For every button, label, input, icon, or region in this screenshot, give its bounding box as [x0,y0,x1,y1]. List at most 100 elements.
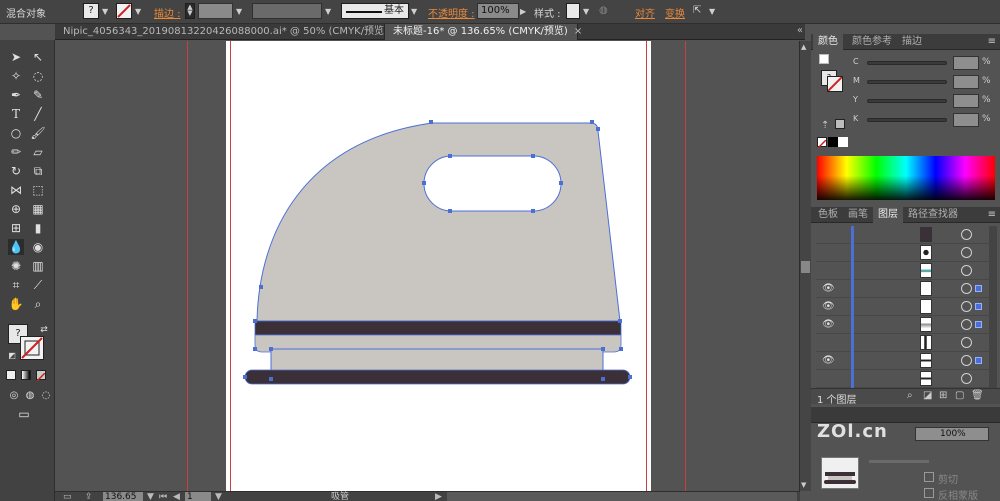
eyedropper-icon[interactable]: 💧 [8,239,24,255]
color-panel-stroke-box[interactable] [827,76,843,92]
pencil-icon[interactable]: ✏ [8,144,24,160]
variable-width-profile[interactable] [252,3,322,19]
target-icon[interactable] [961,283,972,294]
status-menu-icon[interactable]: ▶ [435,492,442,501]
draw-behind-icon[interactable]: ◍ [22,388,38,404]
panel-menu-icon[interactable]: ≡ [988,209,996,220]
magenta-slider[interactable]: M % [851,75,991,89]
artboard-tool-icon[interactable]: ⌗ [8,277,24,293]
opacity-dropdown-icon[interactable]: ▶ [520,7,526,16]
fill-swatch[interactable]: ? [83,3,99,19]
prev-artboard-icon[interactable]: ◀ [173,492,180,501]
none-swatch[interactable] [817,137,827,149]
eye-icon[interactable]: 👁 [822,301,835,313]
stroke-label[interactable]: 描边 : [154,5,181,20]
yellow-value-field[interactable] [953,94,979,108]
gradient-mode-icon[interactable] [21,370,31,380]
artboard-dropdown-icon[interactable]: ▼ [215,492,222,501]
gradient-tool-icon[interactable]: ▮ [30,220,46,236]
color-mode-icon[interactable] [6,370,16,380]
swap-colors-icon[interactable]: ⇄ [36,322,52,338]
clip-checkbox[interactable] [924,472,934,482]
align-link[interactable]: 对齐 [635,5,655,20]
target-icon[interactable] [961,319,972,330]
slider-track[interactable] [867,99,947,103]
paintbrush-icon[interactable]: 🖌 [30,125,46,141]
target-icon[interactable] [961,247,972,258]
tab-color[interactable]: 颜色 [813,34,843,50]
magenta-value-field[interactable] [953,75,979,89]
recolor-icon[interactable]: ◍ [599,5,608,16]
rotate-tool-icon[interactable]: ↻ [8,163,24,179]
pen-tool-icon[interactable]: ✒ [8,87,24,103]
layer-row[interactable] [816,334,996,352]
horizontal-scrollbar[interactable] [447,492,797,501]
artboard-nav-icon[interactable]: ▭ [63,492,72,501]
blend-tool-icon[interactable]: ◉ [30,239,46,255]
lasso-icon[interactable]: ◌ [30,68,46,84]
layer-row[interactable] [816,244,996,262]
zoom-field[interactable]: 136.65 [103,492,143,501]
close-icon[interactable]: × [574,26,582,37]
stroke-color-box[interactable] [20,336,44,360]
eye-icon[interactable]: 👁 [822,319,835,331]
first-artboard-icon[interactable]: ⏮ [159,492,167,501]
eye-icon[interactable]: 👁 [822,355,835,367]
target-icon[interactable] [961,337,972,348]
variable-width-dropdown-icon[interactable]: ▼ [325,7,331,16]
stroke-weight-stepper[interactable]: ▲ ▼ [185,3,195,19]
slider-track[interactable] [867,61,947,65]
stroke-swatch[interactable] [116,3,132,19]
draw-normal-icon[interactable]: ◎ [6,388,22,404]
brush-definition[interactable]: 基本 [341,3,409,19]
target-icon[interactable] [961,265,972,276]
target-icon[interactable] [961,355,972,366]
iron-artwork[interactable] [55,41,800,491]
style-dropdown-icon[interactable]: ▼ [583,7,589,16]
export-icon[interactable]: ⇪ [85,492,93,501]
selected-art-indicator[interactable] [975,321,982,328]
stroke-weight-field[interactable] [198,3,233,19]
iron-body-shape[interactable] [256,122,621,322]
zoom-tool-icon[interactable]: ⌕ [30,296,46,312]
artboard-number-field[interactable]: 1 [185,492,211,501]
vertical-scrollbar[interactable]: ▲ ▼ [799,41,811,491]
new-layer-icon[interactable]: ▢ [955,390,964,401]
screen-mode-icon[interactable]: ▭ [16,406,32,422]
mesh-tool-icon[interactable]: ⊞ [8,220,24,236]
layer-row[interactable] [816,370,996,388]
curvature-tool-icon[interactable]: ✎ [30,87,46,103]
draw-inside-icon[interactable]: ◌ [38,388,54,404]
transparency-opacity-field[interactable]: 100% [915,427,989,441]
layers-scrollbar[interactable] [989,226,997,388]
width-tool-icon[interactable]: ⋈ [8,182,24,198]
white-swatch[interactable] [838,137,848,147]
perspective-grid-icon[interactable]: ▦ [30,201,46,217]
layer-row[interactable] [816,262,996,280]
mini-fill-icon[interactable] [819,54,829,64]
none-mode-icon[interactable] [36,370,46,382]
eye-icon[interactable]: 👁 [822,283,835,295]
black-slider[interactable]: K % [851,113,991,127]
zoom-dropdown-icon[interactable]: ▼ [147,492,154,501]
tab-untitled-16[interactable]: 未标题-16* @ 136.65% (CMYK/预览) × [385,24,582,40]
eraser-icon[interactable]: ▱ [30,144,46,160]
column-graph-icon[interactable]: ▥ [30,258,46,274]
opacity-field[interactable]: 100% [477,3,519,19]
slider-track[interactable] [867,80,947,84]
default-colors-icon[interactable]: ◩ [4,348,20,364]
out-of-gamut-icon[interactable]: ⇡ [821,120,829,131]
isolate-icon[interactable]: ⇱ [693,5,701,16]
selection-tool-icon[interactable]: ➤ [8,49,24,65]
scale-tool-icon[interactable]: ⧉ [30,163,46,179]
gamut-swatch[interactable] [835,119,845,129]
tab-stroke[interactable]: 描边 [897,34,927,50]
stroke-dropdown-icon[interactable]: ▼ [135,7,141,16]
direct-selection-tool-icon[interactable]: ↖ [30,49,46,65]
slider-track[interactable] [867,118,947,122]
iron-top-band[interactable] [254,320,622,336]
target-icon[interactable] [961,373,972,384]
black-swatch[interactable] [828,137,838,147]
scroll-up-icon[interactable]: ▲ [801,43,806,51]
graphic-style-swatch[interactable] [566,3,580,19]
